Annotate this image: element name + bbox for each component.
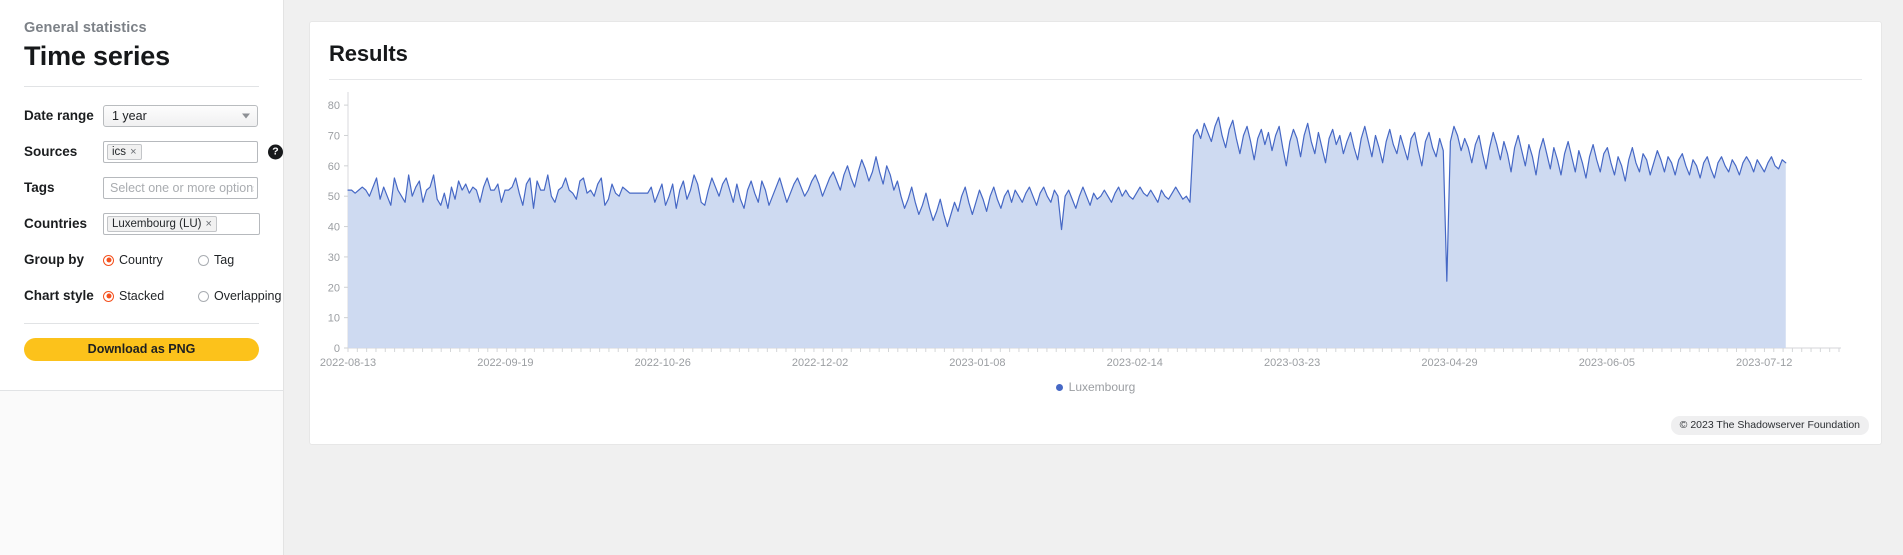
svg-text:2023-02-14: 2023-02-14 (1107, 357, 1163, 369)
tags-input[interactable]: Select one or more options... (103, 177, 258, 199)
main-content: Results 0 10 20 30 40 50 60 70 80 2022-08-13 2022-… (284, 0, 1903, 555)
download-button-wrap: Download as PNG (0, 324, 283, 361)
radio-chart-style-stacked[interactable]: Stacked (103, 289, 178, 303)
svg-text:20: 20 (328, 282, 340, 294)
svg-text:0: 0 (334, 343, 340, 355)
countries-chip-label: Luxembourg (LU) (112, 217, 202, 230)
chart-legend: Luxembourg (310, 380, 1881, 394)
svg-text:40: 40 (328, 222, 340, 234)
results-divider (329, 79, 1862, 80)
group-by-control: Country Tag (103, 253, 259, 267)
svg-text:2023-04-29: 2023-04-29 (1421, 357, 1477, 369)
field-sources: Sources ics × ? (24, 137, 283, 167)
countries-input[interactable]: Luxembourg (LU) × (103, 213, 260, 235)
tags-label: Tags (24, 180, 55, 195)
date-range-value: 1 year (112, 109, 147, 123)
radio-indicator (198, 290, 209, 302)
svg-text:2023-03-23: 2023-03-23 (1264, 357, 1320, 369)
chevron-down-icon (242, 113, 250, 119)
sources-input[interactable]: ics × (103, 141, 258, 163)
radio-group-by-country[interactable]: Country (103, 253, 178, 267)
sources-control: ics × ? (103, 141, 283, 163)
close-icon[interactable]: × (205, 218, 211, 230)
tags-control: Select one or more options... (103, 177, 259, 199)
radio-indicator-selected (103, 290, 114, 302)
chart-style-radios: Stacked Overlapping (103, 289, 281, 303)
svg-text:2022-10-26: 2022-10-26 (635, 357, 691, 369)
filters-form: Date range 1 year Sources ics × ? Tags S… (0, 87, 283, 324)
close-icon[interactable]: × (130, 146, 136, 158)
legend-label-luxembourg[interactable]: Luxembourg (1069, 380, 1136, 394)
radio-chart-style-overlapping-label: Overlapping (214, 289, 282, 303)
svg-text:2023-06-05: 2023-06-05 (1579, 357, 1635, 369)
sidebar-eyebrow: General statistics (24, 20, 147, 36)
download-as-png-button[interactable]: Download as PNG (24, 338, 259, 361)
svg-text:2022-12-02: 2022-12-02 (792, 357, 848, 369)
time-series-page: General statistics Time series Date rang… (0, 0, 1903, 555)
radio-group-by-tag-label: Tag (214, 253, 235, 267)
sidebar-header: General statistics Time series (0, 0, 283, 87)
radio-indicator-selected (103, 254, 114, 266)
question-mark-icon[interactable]: ? (268, 144, 283, 160)
field-tags: Tags Select one or more options... (24, 173, 259, 203)
svg-text:2022-08-13: 2022-08-13 (320, 357, 376, 369)
date-range-select[interactable]: 1 year (103, 105, 258, 127)
svg-text:10: 10 (328, 313, 340, 325)
field-chart-style: Chart style Stacked Overlapping (24, 281, 281, 311)
field-group-by: Group by Country Tag (24, 245, 259, 275)
svg-text:2023-01-08: 2023-01-08 (949, 357, 1005, 369)
results-title: Results (329, 41, 408, 66)
countries-label: Countries (24, 216, 88, 231)
date-range-control: 1 year (103, 105, 259, 127)
svg-text:2023-07-12: 2023-07-12 (1736, 357, 1792, 369)
page-title: Time series (24, 41, 170, 71)
time-series-chart[interactable]: 0 10 20 30 40 50 60 70 80 2022-08-13 2022-09-19 202… (310, 86, 1881, 396)
field-countries: Countries Luxembourg (LU) × (24, 209, 260, 239)
chart-style-label: Chart style (24, 288, 94, 303)
chart-svg: 0 10 20 30 40 50 60 70 80 2022-08-13 2022-09-19 202… (320, 92, 1841, 369)
date-range-label: Date range (24, 108, 94, 123)
radio-chart-style-stacked-label: Stacked (119, 289, 165, 303)
radio-chart-style-overlapping[interactable]: Overlapping (198, 289, 281, 303)
results-card: Results 0 10 20 30 40 50 60 70 80 2022-08-13 2022-… (310, 22, 1881, 444)
sources-chip-label: ics (112, 145, 127, 158)
legend-color-swatch (1055, 383, 1063, 391)
svg-text:2022-09-19: 2022-09-19 (477, 357, 533, 369)
group-by-radios: Country Tag (103, 253, 259, 267)
field-date-range: Date range 1 year (24, 101, 259, 131)
svg-text:60: 60 (328, 161, 340, 173)
group-by-label: Group by (24, 252, 84, 267)
sidebar-footer-area (0, 391, 283, 555)
sidebar: General statistics Time series Date rang… (0, 0, 284, 555)
svg-text:80: 80 (328, 100, 340, 112)
svg-text:30: 30 (328, 252, 340, 264)
sources-chip[interactable]: ics × (107, 144, 142, 160)
radio-indicator (198, 254, 209, 266)
svg-text:50: 50 (328, 191, 340, 203)
copyright-badge: © 2023 The Shadowserver Foundation (1670, 416, 1869, 435)
sources-label: Sources (24, 144, 78, 159)
tags-placeholder: Select one or more options... (110, 181, 254, 195)
radio-group-by-country-label: Country (119, 253, 163, 267)
chart-style-control: Stacked Overlapping (103, 289, 281, 303)
radio-group-by-tag[interactable]: Tag (198, 253, 234, 267)
countries-control: Luxembourg (LU) × (103, 213, 260, 235)
svg-text:70: 70 (328, 130, 340, 142)
countries-chip[interactable]: Luxembourg (LU) × (107, 216, 217, 232)
